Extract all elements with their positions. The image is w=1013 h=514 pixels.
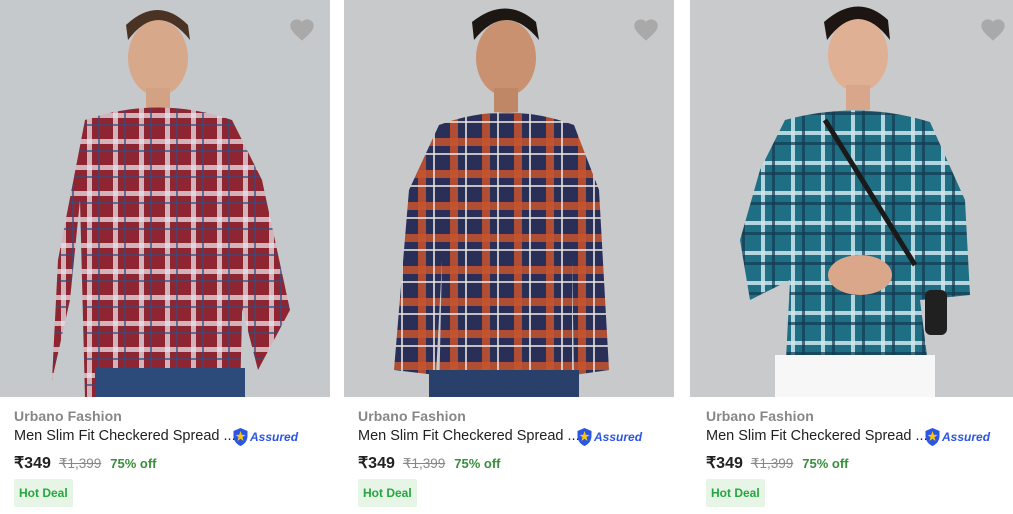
shirt-photo-illustration — [344, 0, 674, 397]
product-title[interactable]: Men Slim Fit Checkered Spread ... — [358, 428, 580, 444]
selling-price: ₹349 — [706, 455, 743, 472]
assured-label: Assured — [942, 430, 991, 444]
shield-icon — [233, 428, 248, 446]
price-row: ₹349 ₹1,399 75% off — [14, 453, 156, 473]
discount-label: 75% off — [110, 456, 157, 471]
assured-badge: Assured — [576, 427, 642, 447]
hot-deal-badge: Hot Deal — [14, 479, 73, 507]
price-row: ₹349 ₹1,399 75% off — [358, 453, 500, 473]
selling-price: ₹349 — [358, 455, 395, 472]
product-title[interactable]: Men Slim Fit Checkered Spread ... — [14, 428, 236, 444]
original-price: ₹1,399 — [58, 456, 102, 471]
assured-badge: Assured — [232, 427, 298, 447]
discount-label: 75% off — [454, 456, 501, 471]
brand-name: Urbano Fashion — [706, 408, 814, 424]
product-card[interactable]: Urbano Fashion Men Slim Fit Checkered Sp… — [690, 0, 1013, 514]
product-image[interactable] — [690, 0, 1013, 397]
shield-icon — [577, 428, 592, 446]
original-price: ₹1,399 — [402, 456, 446, 471]
assured-label: Assured — [250, 430, 299, 444]
shirt-photo-illustration — [690, 0, 1013, 397]
heart-icon[interactable] — [632, 16, 660, 42]
heart-icon[interactable] — [979, 16, 1007, 42]
assured-label: Assured — [594, 430, 643, 444]
brand-name: Urbano Fashion — [14, 408, 122, 424]
assured-badge: Assured — [924, 427, 990, 447]
product-card[interactable]: Urbano Fashion Men Slim Fit Checkered Sp… — [0, 0, 330, 514]
product-card[interactable]: Urbano Fashion Men Slim Fit Checkered Sp… — [344, 0, 674, 514]
price-row: ₹349 ₹1,399 75% off — [706, 453, 848, 473]
heart-icon[interactable] — [288, 16, 316, 42]
product-image[interactable] — [344, 0, 674, 397]
discount-label: 75% off — [802, 456, 849, 471]
selling-price: ₹349 — [14, 455, 51, 472]
shield-icon — [925, 428, 940, 446]
brand-name: Urbano Fashion — [358, 408, 466, 424]
shirt-photo-illustration — [0, 0, 330, 397]
product-title[interactable]: Men Slim Fit Checkered Spread ... — [706, 428, 928, 444]
product-image[interactable] — [0, 0, 330, 397]
hot-deal-badge: Hot Deal — [706, 479, 765, 507]
original-price: ₹1,399 — [750, 456, 794, 471]
hot-deal-badge: Hot Deal — [358, 479, 417, 507]
